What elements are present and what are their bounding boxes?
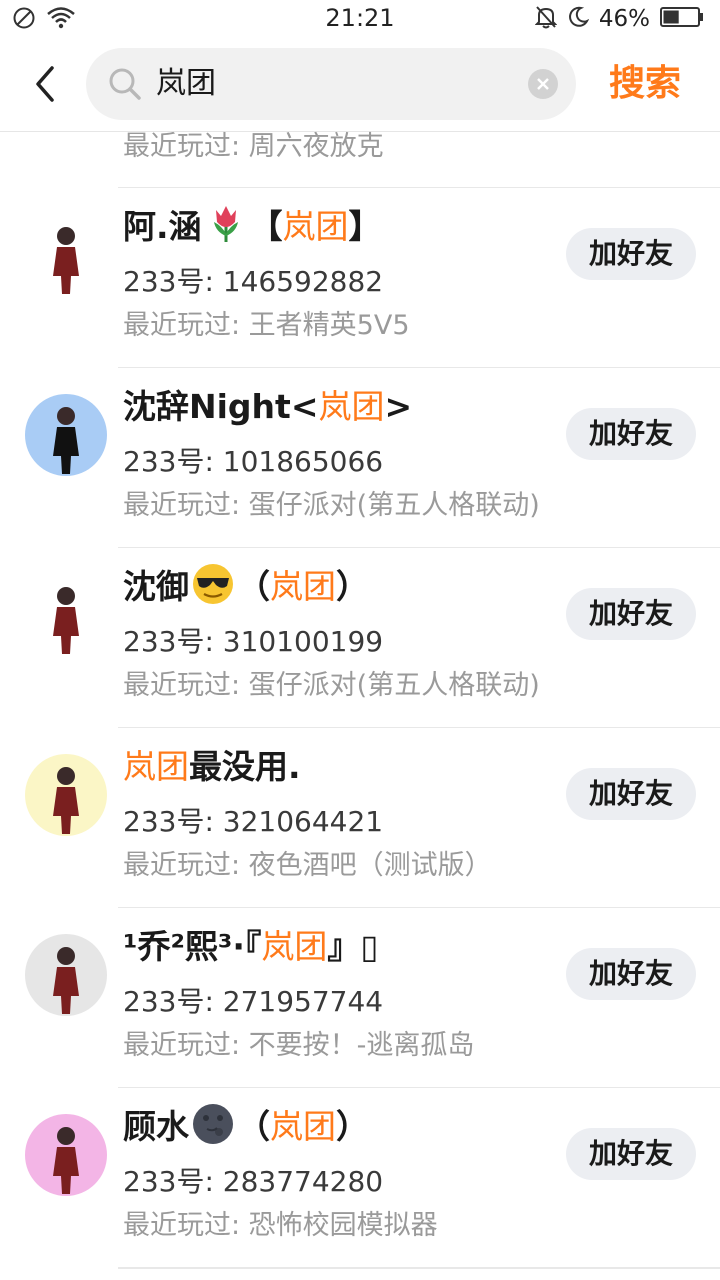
sunglasses-emoji-icon [189,564,237,606]
battery-percent: 46% [598,6,650,32]
add-friend-button[interactable]: 加好友 [566,228,696,280]
name-text: （ [237,567,270,606]
user-row[interactable]: 顾水 （岚团） 233号: 283774280 最近玩过: 恐怖校园模拟器 加好友 [0,1088,720,1268]
name-highlight: 岚团 [270,1107,336,1146]
name-text: 沈辞Night< [123,387,319,426]
add-friend-button[interactable]: 加好友 [566,948,696,1000]
moon-icon [567,6,590,32]
user-row[interactable]: 沈御 （岚团） 233号: 310100199 最近玩过: 蛋仔派对(第五人格联动… [0,548,720,728]
name-highlight: 岚团 [318,387,385,426]
add-friend-button[interactable]: 加好友 [566,768,696,820]
name-highlight: 岚团 [282,207,349,246]
user-row[interactable]: ¹乔²熙³·『岚团』▯ 233号: 271957744 最近玩过: 不要按！-逃… [0,908,720,1088]
recent-played: 最近玩过: 夜色酒吧（测试版） [123,850,492,881]
user-id: 233号: 146592882 [123,265,384,298]
avatar[interactable] [25,934,107,1016]
search-input[interactable]: 岚团 [86,48,576,120]
name-text: （ [237,1107,270,1146]
search-query: 岚团 [156,66,216,101]
name-highlight: 岚团 [270,567,336,606]
user-name: ¹乔²熙³·『岚团』▯ [123,922,379,972]
user-id: 233号: 283774280 [123,1165,384,1198]
user-id: 233号: 310100199 [123,625,384,658]
name-highlight: 岚团 [123,747,189,786]
divider [118,1268,720,1269]
add-friend-button[interactable]: 加好友 [566,588,696,640]
avatar-figure [53,587,79,654]
avatar-figure [53,227,79,294]
battery-icon [660,6,704,32]
avatar[interactable] [25,1114,107,1196]
avatar[interactable] [25,394,107,476]
avatar[interactable] [25,214,107,296]
user-name: 沈辞Night<岚团> [123,382,412,432]
clear-button[interactable] [528,69,558,99]
avatar-figure [53,767,79,834]
user-id: 233号: 321064421 [123,805,384,838]
name-text: 顾水 [123,1107,189,1146]
name-text: 』▯ [327,927,379,966]
user-row[interactable]: 沈辞Night<岚团> 233号: 101865066 最近玩过: 蛋仔派对(第… [0,368,720,548]
user-row[interactable]: 阿.涵 【岚团】 233号: 146592882 最近玩过: 王者精英5V5 加好… [0,188,720,368]
status-bar: 21:21 46% [0,0,720,38]
name-text: 】 [348,207,382,246]
recent-played: 最近玩过: 恐怖校园模拟器 [123,1210,438,1241]
back-button[interactable] [26,62,66,106]
user-name: 阿.涵 【岚团】 [123,202,382,252]
recent-played: 最近玩过: 不要按！-逃离孤岛 [123,1030,475,1061]
name-text: ） [336,1107,369,1146]
name-text: 【 [249,207,283,246]
recent-played: 最近玩过: 蛋仔派对(第五人格联动) [123,670,540,701]
name-highlight: 岚团 [261,927,328,966]
avatar[interactable] [25,574,107,656]
avatar-figure [53,1127,79,1194]
add-friend-button[interactable]: 加好友 [566,408,696,460]
moon-emoji-icon [189,1104,237,1146]
add-friend-button[interactable]: 加好友 [566,1128,696,1180]
recent-played: 最近玩过: 王者精英5V5 [123,310,410,341]
partial-row-recent: 最近玩过: 周六夜放克 [123,131,384,162]
name-text: > [384,387,413,426]
recent-played: 最近玩过: 蛋仔派对(第五人格联动) [123,490,540,521]
name-text: 沈御 [123,567,189,606]
user-id: 233号: 101865066 [123,445,384,478]
clear-icon [537,78,549,90]
results-list: 阿.涵 【岚团】 233号: 146592882 最近玩过: 王者精英5V5 加好… [0,188,720,1268]
name-text: 阿.涵 [123,207,202,246]
name-text: 最没用. [189,747,301,786]
avatar[interactable] [25,754,107,836]
user-name: 顾水 （岚团） [123,1102,369,1152]
user-row[interactable]: 岚团最没用. 233号: 321064421 最近玩过: 夜色酒吧（测试版） 加… [0,728,720,908]
search-icon [109,68,141,100]
name-text: ¹乔²熙³·『 [123,927,262,966]
back-icon [36,66,54,102]
search-header: 岚团 搜索 [0,38,720,132]
tulip-emoji-icon [202,206,250,246]
bell-off-icon [534,5,558,33]
search-button[interactable]: 搜索 [609,58,681,110]
avatar-figure [53,947,79,1014]
user-id: 233号: 271957744 [123,985,384,1018]
avatar-figure [53,407,79,474]
name-text: ） [336,567,369,606]
user-name: 岚团最没用. [123,742,301,792]
user-name: 沈御 （岚团） [123,562,369,612]
